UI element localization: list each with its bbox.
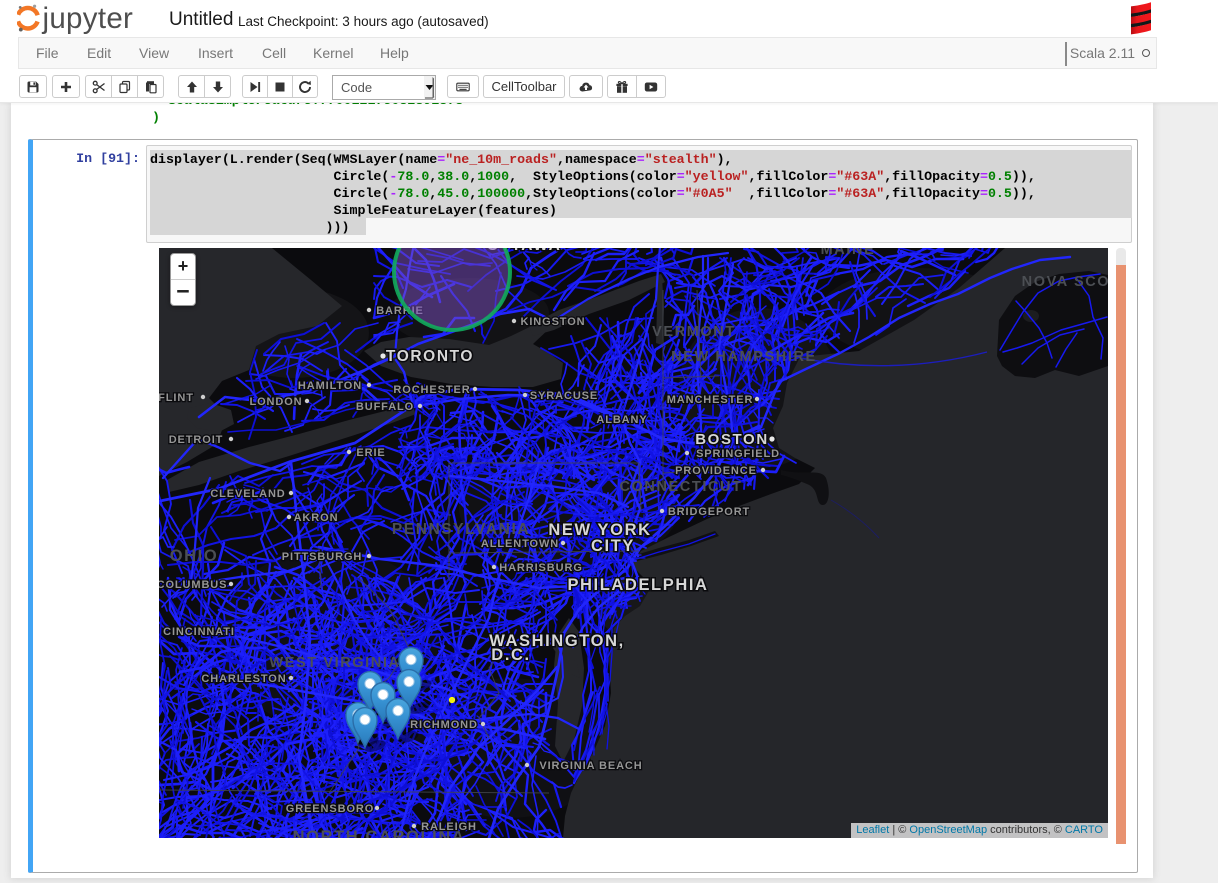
- svg-text:AKRON: AKRON: [294, 512, 339, 524]
- svg-text:GREENSBORO: GREENSBORO: [286, 803, 374, 815]
- svg-text:DETROIT: DETROIT: [169, 434, 224, 446]
- svg-text:KINGSTON: KINGSTON: [520, 316, 585, 328]
- svg-text:NEW HAMPSHIRE: NEW HAMPSHIRE: [671, 349, 817, 365]
- svg-text:D.C.: D.C.: [491, 646, 530, 664]
- svg-text:ERIE: ERIE: [356, 447, 385, 459]
- svg-text:COLUMBUS: COLUMBUS: [159, 579, 227, 591]
- svg-text:WEST VIRGINIA: WEST VIRGINIA: [269, 655, 400, 671]
- svg-text:BRIDGEPORT: BRIDGEPORT: [668, 506, 750, 518]
- svg-text:PHILADELPHIA: PHILADELPHIA: [567, 576, 708, 594]
- svg-text:VIRGINIA BEACH: VIRGINIA BEACH: [539, 760, 642, 772]
- svg-text:ALLENTOWN: ALLENTOWN: [481, 538, 559, 550]
- svg-text:OHIO: OHIO: [170, 547, 219, 565]
- svg-text:SPRINGFIELD: SPRINGFIELD: [696, 448, 780, 460]
- svg-text:MAINE: MAINE: [821, 248, 876, 258]
- svg-text:NOVA SCOTIA: NOVA SCOTIA: [1022, 274, 1108, 290]
- svg-text:ROCHESTER: ROCHESTER: [393, 384, 470, 396]
- svg-text:HARRISBURG: HARRISBURG: [499, 562, 583, 574]
- svg-text:BOSTON: BOSTON: [695, 431, 769, 448]
- svg-text:SYRACUSE: SYRACUSE: [530, 390, 598, 402]
- svg-text:jupyter: jupyter: [42, 2, 134, 35]
- svg-text:RALEIGH: RALEIGH: [421, 821, 477, 833]
- svg-text:CINCINNATI: CINCINNATI: [163, 626, 235, 638]
- svg-text:PROVIDENCE: PROVIDENCE: [675, 465, 757, 477]
- svg-text:FLINT: FLINT: [159, 392, 194, 404]
- svg-text:CLEVELAND: CLEVELAND: [210, 488, 285, 500]
- svg-text:BUFFALO: BUFFALO: [356, 401, 414, 413]
- svg-text:HAMILTON: HAMILTON: [298, 380, 362, 392]
- svg-text:CITY: CITY: [591, 537, 635, 555]
- svg-text:CHARLESTON: CHARLESTON: [201, 673, 286, 685]
- svg-text:LONDON: LONDON: [249, 396, 302, 408]
- svg-text:CONNECTICUT: CONNECTICUT: [619, 479, 742, 495]
- svg-text:TORONTO: TORONTO: [386, 348, 474, 365]
- svg-text:PITTSBURGH: PITTSBURGH: [282, 551, 363, 563]
- svg-text:MANCHESTER: MANCHESTER: [667, 394, 754, 406]
- svg-text:ALBANY: ALBANY: [596, 414, 647, 426]
- svg-text:VERMONT: VERMONT: [652, 324, 736, 340]
- svg-text:RICHMOND: RICHMOND: [410, 719, 478, 731]
- svg-text:PENNSYLVANIA: PENNSYLVANIA: [392, 521, 530, 538]
